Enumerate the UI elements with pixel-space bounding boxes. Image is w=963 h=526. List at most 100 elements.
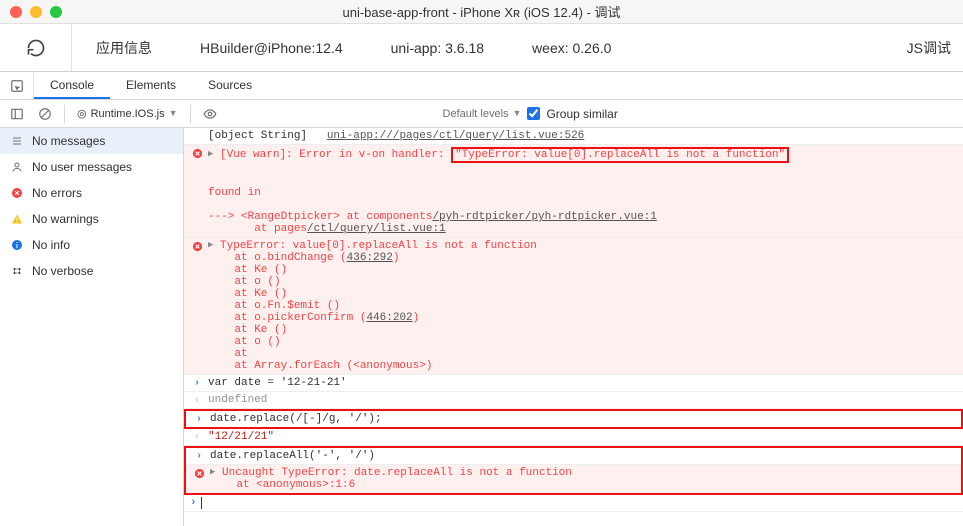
user-icon — [10, 161, 24, 173]
sidebar-item-label: No warnings — [32, 212, 99, 226]
sidebar-item-errors[interactable]: No errors — [0, 180, 183, 206]
levels-selector[interactable]: Default levels ▼ — [443, 108, 522, 120]
input-arrow-icon: › — [190, 497, 197, 509]
expand-icon[interactable]: ▶ — [208, 240, 213, 250]
devtools-tabs: Console Elements Sources — [0, 72, 963, 100]
context-selector[interactable]: ◎ Runtime.IOS.js ▼ — [73, 107, 182, 120]
input-arrow-icon: › — [196, 414, 202, 425]
log-text: at o () — [208, 276, 281, 288]
log-text: [object String] — [208, 130, 327, 142]
highlight-box: › date.replace(/[-]/g, '/'); — [184, 409, 963, 429]
source-link[interactable]: uni-app:///pages/ctl/query/list.vue:526 — [327, 130, 584, 142]
toggle-sidebar-icon[interactable] — [6, 103, 28, 125]
weex-version: weex: 0.26.0 — [508, 40, 635, 56]
log-row-output: ‹ "12/21/21" — [184, 429, 963, 446]
window-title: uni-base-app-front - iPhone Xʀ (iOS 12.4… — [0, 2, 963, 21]
titlebar: uni-base-app-front - iPhone Xʀ (iOS 12.4… — [0, 0, 963, 24]
builder-info: HBuilder@iPhone:12.4 — [176, 40, 367, 56]
sidebar-item-user[interactable]: No user messages — [0, 154, 183, 180]
error-icon — [10, 187, 24, 199]
expand-icon[interactable]: ▶ — [208, 149, 213, 159]
app-info-label[interactable]: 应用信息 — [72, 38, 176, 58]
info-bar: 应用信息 HBuilder@iPhone:12.4 uni-app: 3.6.1… — [0, 24, 963, 72]
chevron-down-icon: ▼ — [513, 108, 522, 118]
sidebar-item-info[interactable]: No info — [0, 232, 183, 258]
messages-icon — [10, 135, 24, 147]
chevron-down-icon: ▼ — [169, 108, 178, 118]
cursor — [201, 497, 202, 509]
tab-elements[interactable]: Elements — [110, 72, 192, 99]
log-text: at o.Fn.$emit () — [208, 300, 340, 312]
log-text: found in — [208, 187, 261, 199]
context-prefix: ◎ — [77, 107, 87, 120]
log-row-error: ▶ TypeError: value[0].replaceAll is not … — [184, 238, 963, 375]
inspect-icon-cell[interactable] — [0, 72, 34, 99]
log-text: at Ke () — [208, 264, 287, 276]
log-text: Uncaught TypeError: date.replaceAll is n… — [210, 467, 572, 491]
error-icon — [192, 467, 206, 479]
log-text: date.replace(/[-]/g, '/'); — [210, 413, 957, 425]
source-link[interactable]: 436:292 — [347, 252, 393, 264]
console-output[interactable]: [object String] uni-app:///pages/ctl/que… — [184, 128, 963, 526]
source-link[interactable]: /ctl/query/list.vue:1 — [307, 223, 446, 235]
log-text: [Vue warn]: Error in v-on handler: — [220, 149, 451, 161]
log-text: at o () — [208, 336, 281, 348]
sidebar-item-messages[interactable]: No messages — [0, 128, 183, 154]
expand-icon[interactable]: ▶ — [210, 467, 215, 477]
tab-console[interactable]: Console — [34, 72, 110, 99]
filter-input[interactable] — [227, 105, 437, 123]
source-link[interactable]: /pyh-rdtpicker/pyh-rdtpicker.vue:1 — [432, 211, 656, 223]
sidebar-item-verbose[interactable]: No verbose — [0, 258, 183, 284]
log-text: ---> <RangeDtpicker> at components — [208, 211, 432, 223]
log-text: TypeError: value[0].replaceAll is not a … — [220, 240, 537, 252]
uniapp-version: uni-app: 3.6.18 — [367, 40, 508, 56]
error-icon — [190, 147, 204, 159]
log-text: "12/21/21" — [208, 431, 959, 443]
input-arrow-icon: › — [194, 378, 200, 389]
group-similar-label: Group similar — [546, 107, 617, 121]
info-icon — [10, 239, 24, 251]
console-prompt[interactable]: › — [184, 495, 963, 512]
output-arrow-icon: ‹ — [194, 395, 200, 406]
sidebar-item-label: No user messages — [32, 160, 132, 174]
reload-cell — [0, 24, 72, 71]
log-row-input: › var date = '12-21-21' — [184, 375, 963, 392]
sidebar-item-label: No messages — [32, 134, 105, 148]
console-body: No messages No user messages No errors N… — [0, 128, 963, 526]
toolbar-sep2 — [190, 105, 191, 123]
verbose-icon — [10, 265, 24, 277]
highlight-box: "TypeError: value[0].replaceAll is not a… — [451, 147, 789, 163]
maximize-window[interactable] — [50, 6, 62, 18]
sidebar-item-warnings[interactable]: No warnings — [0, 206, 183, 232]
log-row-input: › date.replaceAll('-', '/') — [186, 448, 961, 465]
clear-console-icon[interactable] — [34, 103, 56, 125]
log-text: at pages — [208, 223, 307, 235]
eye-icon[interactable] — [199, 103, 221, 125]
input-arrow-icon: › — [196, 451, 202, 462]
log-text: at o.pickerConfirm ( — [208, 312, 366, 324]
minimize-window[interactable] — [30, 6, 42, 18]
levels-label: Default levels — [443, 108, 509, 120]
toolbar-sep — [64, 105, 65, 123]
sidebar-item-label: No errors — [32, 186, 82, 200]
source-link[interactable]: 446:202 — [366, 312, 412, 324]
error-icon — [190, 240, 204, 252]
log-row-error: ▶ Uncaught TypeError: date.replaceAll is… — [186, 465, 961, 493]
group-similar-checkbox[interactable] — [527, 107, 540, 120]
console-sidebar: No messages No user messages No errors N… — [0, 128, 184, 526]
log-text: var date = '12-21-21' — [208, 377, 959, 389]
console-toolbar: ◎ Runtime.IOS.js ▼ Default levels ▼ Grou… — [0, 100, 963, 128]
log-text: ) — [413, 312, 420, 324]
js-debug-label[interactable]: JS调试 — [907, 38, 963, 58]
output-arrow-icon: ‹ — [194, 432, 200, 443]
warning-icon — [10, 213, 24, 225]
reload-icon[interactable] — [26, 38, 46, 58]
log-row-input: › date.replace(/[-]/g, '/'); — [186, 411, 961, 427]
tab-sources[interactable]: Sources — [192, 72, 268, 99]
log-text: at Ke () — [208, 324, 287, 336]
close-window[interactable] — [10, 6, 22, 18]
log-text: date.replaceAll('-', '/') — [210, 450, 957, 462]
traffic-lights — [10, 6, 62, 18]
context-label: Runtime.IOS.js — [91, 108, 165, 120]
log-row-output: ‹ undefined — [184, 392, 963, 409]
